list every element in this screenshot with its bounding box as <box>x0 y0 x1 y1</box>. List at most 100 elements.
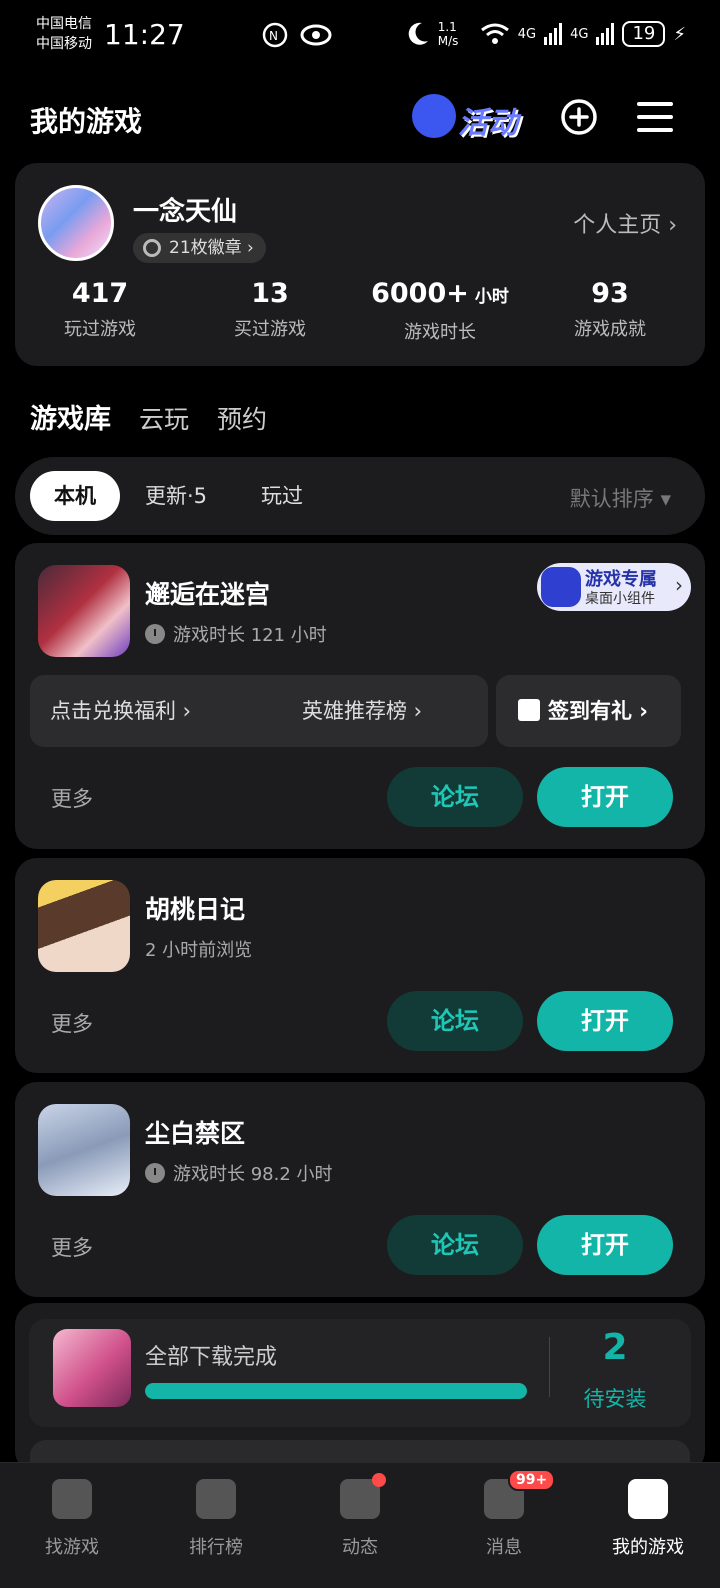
charging-icon: ⚡ <box>673 23 686 45</box>
stat-label: 买过游戏 <box>234 319 306 340</box>
benefit-bar: 点击兑换福利 › 英雄推荐榜 › <box>30 675 488 747</box>
messages-icon: 99+ <box>484 1469 556 1519</box>
game-name: 胡桃日记 <box>145 895 246 924</box>
game-meta: 游戏时长 98.2 小时 <box>145 1160 333 1186</box>
game-icon[interactable] <box>38 880 130 972</box>
activity-label: 活动 <box>458 106 518 141</box>
profile-home-link[interactable]: 个人主页 › <box>573 207 677 239</box>
redeem-benefits-link[interactable]: 点击兑换福利 › <box>50 695 191 725</box>
avatar[interactable] <box>38 185 114 261</box>
moon-icon <box>408 22 428 45</box>
forum-button[interactable]: 论坛 <box>387 1215 523 1275</box>
feed-icon <box>340 1473 386 1519</box>
filter-updates[interactable]: 更新·5 <box>145 471 207 521</box>
find-games-icon <box>52 1479 92 1519</box>
gift-icon <box>518 699 540 721</box>
download-status: 全部下载完成 <box>145 1345 278 1370</box>
game-meta: 2 小时前浏览 <box>145 936 252 962</box>
chevron-right-icon: › <box>675 573 683 597</box>
badges-label: 21枚徽章 › <box>169 238 254 258</box>
sort-dropdown[interactable]: 默认排序 ▾ <box>570 483 671 513</box>
stat-achievements[interactable]: 93 游戏成就 <box>525 275 695 341</box>
stat-label: 游戏成就 <box>574 319 646 340</box>
pending-install-label[interactable]: 待安装 <box>563 1383 667 1413</box>
game-card[interactable]: 胡桃日记 2 小时前浏览 更多 论坛 打开 <box>15 858 705 1073</box>
message-count-badge: 99+ <box>508 1469 556 1491</box>
game-playtime: 游戏时长 121 小时 <box>173 625 327 646</box>
signal-icon <box>544 23 563 45</box>
open-button[interactable]: 打开 <box>537 1215 673 1275</box>
notification-dot <box>372 1473 386 1487</box>
stat-label: 玩过游戏 <box>64 319 136 340</box>
status-bar: 中国电信 中国移动 11:27 N 1.1 M/s 4G 4G 19 ⚡ <box>0 0 720 76</box>
stat-purchased[interactable]: 13 买过游戏 <box>185 275 355 341</box>
nav-label: 消息 <box>486 1537 522 1558</box>
stat-unit: 小时 <box>474 287 509 307</box>
tab-library[interactable]: 游戏库 <box>28 397 113 436</box>
filter-local[interactable]: 本机 <box>30 471 120 521</box>
game-card[interactable]: 尘白禁区 游戏时长 98.2 小时 更多 论坛 打开 <box>15 1082 705 1297</box>
top-header: 我的游戏 活动 <box>0 88 720 148</box>
profile-card[interactable]: 一念天仙 21枚徽章 › 个人主页 › 417 玩过游戏 13 买过游戏 600… <box>15 163 705 366</box>
nav-find-games[interactable]: 找游戏 <box>0 1479 144 1559</box>
game-playtime: 游戏时长 98.2 小时 <box>173 1164 333 1185</box>
tab-reservations[interactable]: 预约 <box>217 400 267 436</box>
stopwatch-icon <box>145 624 165 644</box>
stat-value: 93 <box>591 278 629 309</box>
game-name: 尘白禁区 <box>145 1119 246 1148</box>
activity-button[interactable]: 活动 <box>412 90 528 144</box>
game-name: 邂逅在迷宫 <box>145 580 271 609</box>
nav-messages[interactable]: 99+ 消息 <box>432 1469 576 1559</box>
nav-label: 我的游戏 <box>612 1537 684 1558</box>
nav-my-games[interactable]: 我的游戏 <box>576 1479 720 1559</box>
hero-ranking-link[interactable]: 英雄推荐榜 › <box>302 695 422 725</box>
status-time: 11:27 <box>104 18 185 51</box>
signin-gift-button[interactable]: 签到有礼 › <box>496 675 681 747</box>
pending-install-count[interactable]: 2 <box>563 1327 667 1368</box>
net-type-1: 4G <box>517 26 537 42</box>
nav-rankings[interactable]: 排行榜 <box>144 1479 288 1559</box>
game-last-viewed: 2 小时前浏览 <box>145 940 253 961</box>
medal-icon <box>143 239 161 257</box>
stat-value: 6000+ <box>371 278 469 309</box>
carrier-2: 中国移动 <box>36 36 92 52</box>
more-link[interactable]: 更多 <box>51 1008 93 1038</box>
nav-label: 动态 <box>342 1537 378 1558</box>
stat-label: 游戏时长 <box>404 322 476 343</box>
download-progress-fill <box>145 1383 527 1399</box>
forum-button[interactable]: 论坛 <box>387 991 523 1051</box>
stat-played[interactable]: 417 玩过游戏 <box>15 275 185 341</box>
net-type-2: 4G <box>570 26 589 42</box>
add-circle-icon[interactable] <box>560 98 598 136</box>
filter-played[interactable]: 玩过 <box>261 471 303 521</box>
desktop-widget-button[interactable]: 游戏专属 桌面小组件 › <box>537 563 691 611</box>
stopwatch-icon <box>145 1163 165 1183</box>
menu-icon[interactable] <box>636 100 674 134</box>
library-tabs: 游戏库 云玩 预约 <box>28 392 267 436</box>
stat-value: 13 <box>251 278 289 309</box>
wifi-icon <box>480 23 509 44</box>
svg-text:N: N <box>269 29 278 43</box>
open-button[interactable]: 打开 <box>537 991 673 1051</box>
open-button[interactable]: 打开 <box>537 767 673 827</box>
filter-bar: 本机 更新·5 玩过 默认排序 ▾ <box>15 457 705 535</box>
forum-button[interactable]: 论坛 <box>387 767 523 827</box>
gamepad-icon <box>628 1479 668 1519</box>
bottom-navigation: 找游戏 排行榜 动态 99+ 消息 我的游戏 <box>0 1462 720 1588</box>
game-meta: 游戏时长 121 小时 <box>145 621 327 647</box>
page-title: 我的游戏 <box>30 105 143 138</box>
nav-label: 排行榜 <box>189 1537 243 1558</box>
more-link[interactable]: 更多 <box>51 1232 93 1262</box>
status-icons-left: N <box>262 22 332 48</box>
game-card[interactable]: 邂逅在迷宫 游戏时长 121 小时 游戏专属 桌面小组件 › 点击兑换福利 › … <box>15 543 705 849</box>
carrier-labels: 中国电信 中国移动 <box>36 14 92 54</box>
tab-cloud-play[interactable]: 云玩 <box>139 400 189 436</box>
game-icon[interactable] <box>38 1104 130 1196</box>
more-link[interactable]: 更多 <box>51 783 93 813</box>
username: 一念天仙 <box>133 197 238 227</box>
gift-bubble-icon <box>412 94 456 138</box>
stat-playtime[interactable]: 6000+ 小时 游戏时长 <box>355 275 525 344</box>
badges-button[interactable]: 21枚徽章 › <box>133 233 266 263</box>
nav-feed[interactable]: 动态 <box>288 1473 432 1559</box>
game-icon[interactable] <box>38 565 130 657</box>
